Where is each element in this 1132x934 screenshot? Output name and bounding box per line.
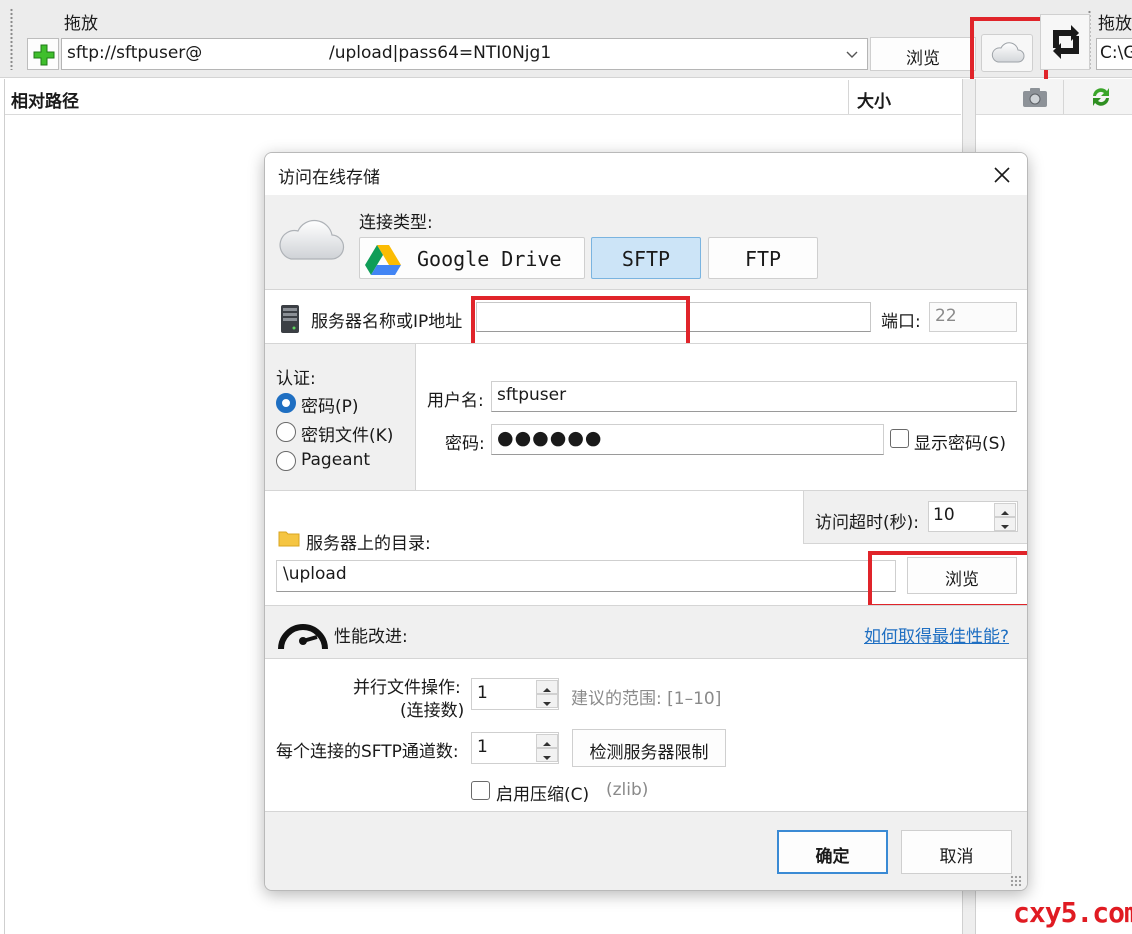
auth-keyfile-radio[interactable]: [276, 422, 296, 442]
username-label: 用户名:: [427, 391, 484, 411]
channels-spin-down[interactable]: [536, 748, 558, 762]
refresh-icon[interactable]: [1088, 84, 1114, 110]
server-directory-input[interactable]: \upload: [276, 560, 896, 592]
drag-label-right: 拖放: [1098, 14, 1132, 34]
credentials-panel: [416, 344, 1027, 490]
performance-help-link[interactable]: 如何取得最佳性能?: [864, 622, 1009, 647]
online-storage-dialog: 访问在线存储 连接类型: Google Drive SFTP FTP 服务器名称…: [264, 152, 1028, 891]
add-folder-pair-button[interactable]: [27, 38, 59, 70]
annotation-highlight-browse: [868, 551, 1027, 608]
server-address-label: 服务器名称或IP地址: [311, 312, 463, 332]
connection-type-label: 连接类型:: [359, 213, 433, 233]
google-drive-label: Google Drive: [417, 247, 562, 271]
column-divider[interactable]: [848, 80, 849, 114]
auth-password-label[interactable]: 密码(P): [301, 392, 359, 417]
column-header-size[interactable]: 大小: [857, 87, 891, 112]
auth-label: 认证:: [276, 369, 316, 389]
divider: [415, 344, 416, 490]
show-password-label[interactable]: 显示密码(S): [914, 429, 1006, 454]
swap-sides-button[interactable]: [1040, 14, 1090, 70]
performance-label: 性能改进:: [334, 627, 408, 647]
right-folder-path-input[interactable]: C:\G: [1096, 38, 1132, 70]
close-icon[interactable]: [989, 162, 1015, 188]
left-folder-path-input[interactable]: sftp://sftpuser@ /upload|pass64=NTI0Njg1: [61, 38, 868, 70]
camera-icon[interactable]: [1022, 86, 1048, 108]
channels-spin-up[interactable]: [536, 734, 558, 748]
auth-pageant-radio[interactable]: [276, 451, 296, 471]
parallel-ops-sublabel: (连接数): [400, 701, 465, 721]
toolbar-grip[interactable]: [10, 8, 13, 70]
google-drive-icon: [365, 245, 401, 275]
connection-type-google-drive[interactable]: Google Drive: [359, 237, 585, 279]
caret-down-icon: [543, 702, 551, 706]
divider: [1063, 80, 1064, 114]
annotation-highlight-server: [471, 296, 690, 347]
server-icon: [281, 305, 299, 333]
port-input[interactable]: 22: [929, 302, 1017, 332]
folder-icon: [278, 531, 300, 547]
auth-password-radio[interactable]: [276, 393, 296, 413]
parallel-ops-hint: 建议的范围: [1–10]: [571, 689, 722, 709]
dialog-title: 访问在线存储: [278, 168, 380, 188]
timeout-label: 访问超时(秒):: [815, 513, 919, 533]
username-input[interactable]: sftpuser: [491, 381, 1017, 412]
timeout-spin-down[interactable]: [994, 517, 1016, 531]
detect-server-limit-button[interactable]: 检测服务器限制: [572, 729, 726, 767]
caret-down-icon: [543, 756, 551, 760]
drag-label-left: 拖放: [64, 14, 98, 34]
column-header-relative-path[interactable]: 相对路径: [11, 87, 79, 112]
parallel-spin-down[interactable]: [536, 694, 558, 708]
cloud-icon: [279, 219, 345, 260]
plus-icon: [33, 44, 55, 66]
swap-arrows-icon: [1053, 25, 1079, 59]
chevron-down-icon[interactable]: [844, 46, 860, 62]
path-prefix: sftp://sftpuser@: [67, 43, 203, 63]
timeout-spin-up[interactable]: [994, 503, 1016, 517]
show-password-checkbox[interactable]: [890, 429, 909, 448]
speedometer-icon: [278, 624, 328, 650]
parallel-spin-up[interactable]: [536, 680, 558, 694]
auth-keyfile-label[interactable]: 密钥文件(K): [301, 421, 393, 446]
port-label: 端口:: [881, 312, 921, 332]
compression-hint: (zlib): [606, 780, 649, 800]
sftp-channels-label: 每个连接的SFTP通道数:: [276, 742, 459, 762]
enable-compression-checkbox[interactable]: [471, 781, 490, 800]
path-suffix: /upload|pass64=NTI0Njg1: [329, 43, 552, 63]
server-directory-label: 服务器上的目录:: [306, 534, 431, 554]
caret-down-icon: [1001, 525, 1009, 529]
watermark: cxy5.com: [1013, 896, 1132, 929]
annotation-highlight-cloud: [970, 17, 1048, 84]
connection-type-ftp[interactable]: FTP: [708, 237, 818, 279]
divider: [4, 79, 5, 934]
browse-button[interactable]: 浏览: [870, 37, 976, 71]
file-list-header: [4, 79, 961, 115]
parallel-ops-label: 并行文件操作:: [353, 678, 461, 698]
password-label: 密码:: [445, 434, 485, 454]
connection-type-sftp[interactable]: SFTP: [591, 237, 701, 279]
resize-grip[interactable]: [1010, 875, 1022, 887]
ok-button[interactable]: 确定: [777, 830, 888, 874]
auth-pageant-label[interactable]: Pageant: [301, 450, 370, 470]
enable-compression-label[interactable]: 启用压缩(C): [496, 780, 589, 805]
cancel-button[interactable]: 取消: [901, 830, 1012, 874]
password-input[interactable]: ●●●●●●: [491, 424, 884, 455]
